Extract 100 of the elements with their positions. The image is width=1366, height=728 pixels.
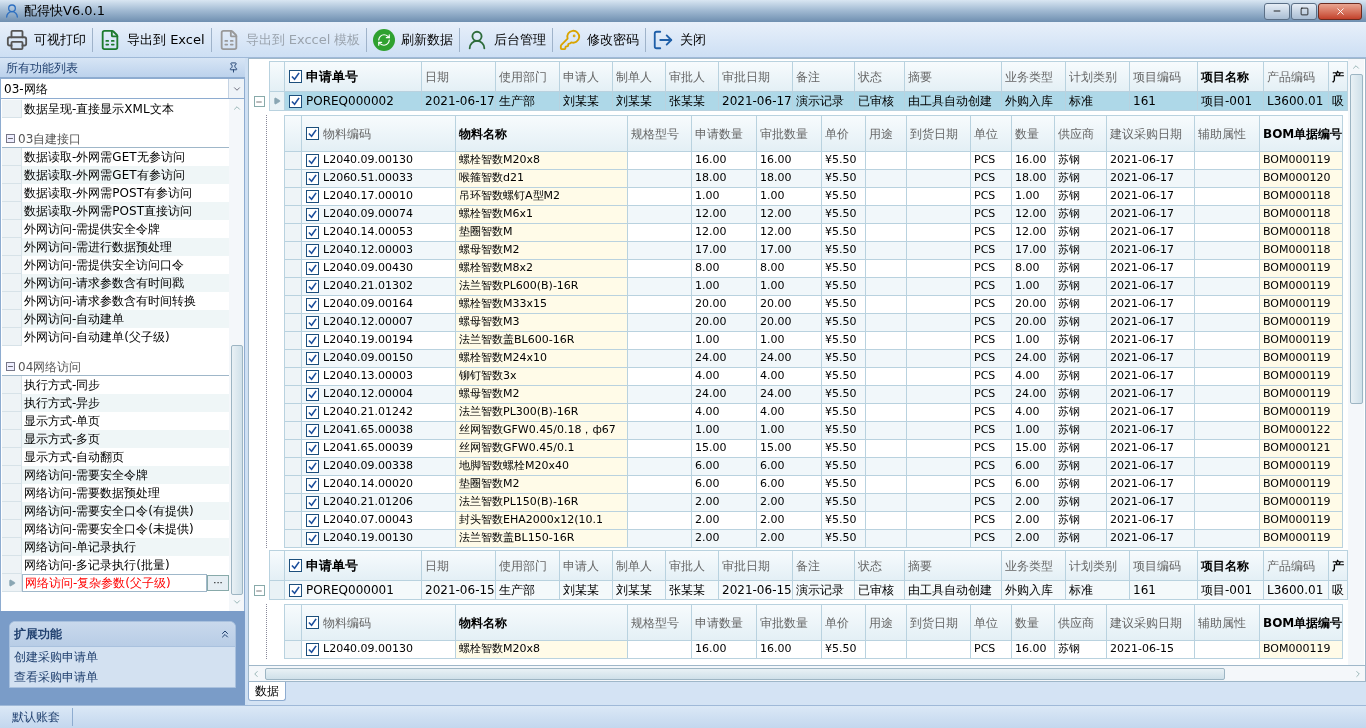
checkbox[interactable] <box>306 208 319 221</box>
row-header[interactable] <box>2 256 22 274</box>
row-header[interactable] <box>2 538 22 556</box>
checkbox[interactable] <box>306 532 319 545</box>
column-header[interactable]: 申请单号 <box>306 66 358 87</box>
row-header[interactable] <box>2 310 22 328</box>
checkbox[interactable] <box>306 388 319 401</box>
row-header[interactable] <box>2 292 22 310</box>
toolbar-button[interactable]: 可视打印 <box>4 24 88 55</box>
row-header[interactable] <box>2 376 22 394</box>
checkbox[interactable] <box>306 190 319 203</box>
checkbox[interactable] <box>306 127 319 140</box>
row-header[interactable] <box>2 328 22 346</box>
tab[interactable]: 数据 <box>248 682 286 701</box>
scroll-down-icon[interactable] <box>231 597 242 607</box>
group-toggle[interactable] <box>6 134 15 143</box>
scroll-left-icon[interactable] <box>251 668 261 679</box>
checkbox[interactable] <box>306 298 319 311</box>
checkbox[interactable] <box>306 442 319 455</box>
function-item[interactable]: 显示方式-多页 <box>22 430 229 448</box>
maximize-button[interactable] <box>1291 2 1317 20</box>
checkbox[interactable] <box>289 583 302 597</box>
scroll-right-icon[interactable] <box>1353 668 1363 679</box>
table-row[interactable]: POREQ000001 2021-06-15 生产部 刘某某 刘某某 张某某 2021-06-15 演示记录 已审核 由工具自动创建 外购入库 标准 161 项目-001 L3600.01 吸 <box>269 581 1348 600</box>
close-button[interactable] <box>1318 2 1362 20</box>
row-header[interactable] <box>2 166 22 184</box>
row-header[interactable] <box>2 574 22 592</box>
checkbox[interactable] <box>289 559 302 572</box>
checkbox[interactable] <box>306 172 319 185</box>
function-item[interactable]: 外网访问-请求参数含有时间戳 <box>22 274 229 292</box>
toolbar-button[interactable]: 修改密码 <box>557 24 642 55</box>
collapse-toggle[interactable] <box>253 96 265 107</box>
row-header[interactable] <box>2 184 22 202</box>
checkbox[interactable] <box>306 280 319 293</box>
checkbox[interactable] <box>306 514 319 527</box>
row-header[interactable] <box>2 502 22 520</box>
checkbox[interactable] <box>306 424 319 437</box>
checkbox[interactable] <box>306 406 319 419</box>
row-header[interactable] <box>2 520 22 538</box>
row-header[interactable] <box>2 274 22 292</box>
row-header[interactable] <box>2 466 22 484</box>
checkbox[interactable] <box>306 460 319 473</box>
row-header[interactable] <box>2 220 22 238</box>
pin-icon[interactable] <box>228 62 239 73</box>
checkbox[interactable] <box>306 616 319 629</box>
table-row[interactable]: POREQ000002 2021-06-17 生产部 刘某某 刘某某 张某某 2021-06-17 演示记录 已审核 由工具自动创建 外购入库 标准 161 项目-001 L3600.01 吸 <box>269 92 1348 111</box>
function-item[interactable]: 网络访问-单记录执行 <box>22 538 229 556</box>
row-header[interactable] <box>2 556 22 574</box>
row-header[interactable] <box>2 430 22 448</box>
checkbox[interactable] <box>306 478 319 491</box>
scrollbar[interactable] <box>248 666 1366 682</box>
checkbox[interactable] <box>306 262 319 275</box>
row-header[interactable] <box>2 448 22 466</box>
checkbox[interactable] <box>306 352 319 365</box>
function-item[interactable]: 外网访问-需进行数据预处理 <box>22 238 229 256</box>
scrollbar[interactable] <box>229 99 244 611</box>
checkbox[interactable] <box>289 94 302 108</box>
checkbox[interactable] <box>306 496 319 509</box>
link[interactable]: 查看采购申请单 <box>14 668 98 686</box>
checkbox[interactable] <box>289 70 302 83</box>
column-header[interactable]: 物料编码 <box>323 613 371 632</box>
row-header[interactable] <box>2 484 22 502</box>
checkbox[interactable] <box>306 244 319 257</box>
function-item[interactable]: 数据读取-外网需GET有参访问 <box>22 166 229 184</box>
checkbox[interactable] <box>306 643 319 656</box>
toolbar-button[interactable]: 关闭 <box>650 24 709 55</box>
scrollbar[interactable] <box>1348 59 1364 665</box>
minimize-button[interactable] <box>1264 2 1290 20</box>
group-title[interactable]: 03自建接口 <box>18 129 82 148</box>
row-header[interactable] <box>2 238 22 256</box>
function-item[interactable]: 执行方式-异步 <box>22 394 229 412</box>
row-header[interactable] <box>2 148 22 166</box>
column-header[interactable]: 物料编码 <box>323 124 371 143</box>
row-header[interactable] <box>2 394 22 412</box>
row-header[interactable] <box>2 202 22 220</box>
function-item[interactable]: 数据读取-外网需POST直接访问 <box>22 202 229 220</box>
checkbox[interactable] <box>306 226 319 239</box>
more-button[interactable]: ··· <box>207 575 229 591</box>
toolbar-button[interactable]: 刷新数据 <box>371 24 456 55</box>
scroll-up-icon[interactable] <box>231 103 242 113</box>
toolbar-button[interactable]: 导出到 Excel <box>97 24 207 55</box>
collapse-panel-icon[interactable] <box>219 628 231 640</box>
toolbar-button[interactable]: 后台管理 <box>464 24 549 55</box>
function-item[interactable]: 网络访问-复杂参数(父子级) <box>22 574 207 592</box>
filter-dropdown[interactable]: 03-网络 <box>0 78 245 99</box>
column-header[interactable]: 申请单号 <box>306 555 358 576</box>
function-item[interactable]: 网络访问-需要安全令牌 <box>22 466 229 484</box>
row-header[interactable] <box>2 100 22 118</box>
checkbox[interactable] <box>306 154 319 167</box>
checkbox[interactable] <box>306 316 319 329</box>
row-header[interactable] <box>2 412 22 430</box>
link[interactable]: 创建采购申请单 <box>14 648 98 666</box>
function-item[interactable]: 网络访问-需要安全口令(有提供) <box>22 502 229 520</box>
checkbox[interactable] <box>306 370 319 383</box>
group-title[interactable]: 04网络访问 <box>18 357 82 376</box>
function-item[interactable]: 外网访问-自动建单 <box>22 310 229 328</box>
group-toggle[interactable] <box>6 362 15 371</box>
scroll-up-icon[interactable] <box>1351 62 1361 72</box>
collapse-toggle[interactable] <box>253 585 265 596</box>
checkbox[interactable] <box>306 334 319 347</box>
